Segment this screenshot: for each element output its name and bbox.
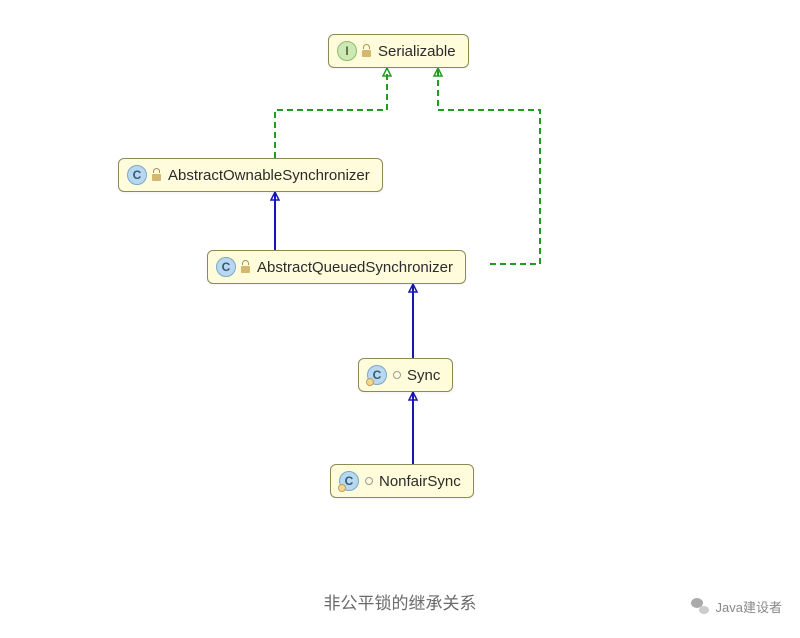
diagram-caption: 非公平锁的继承关系 (0, 589, 800, 614)
node-serializable: I Serializable (328, 34, 469, 68)
connector-layer (0, 0, 800, 638)
dot-icon (365, 477, 373, 485)
node-label: Sync (407, 367, 440, 384)
watermark-text: Java建设者 (716, 597, 782, 616)
node-label: Serializable (378, 43, 456, 60)
node-nonfair-sync: C NonfairSync (330, 464, 474, 498)
node-abstract-ownable-synchronizer: C AbstractOwnableSynchronizer (118, 158, 383, 192)
lock-icon (153, 170, 162, 181)
node-abstract-queued-synchronizer: C AbstractQueuedSynchronizer (207, 250, 466, 284)
inner-class-icon: C (367, 365, 387, 385)
wechat-icon (690, 596, 710, 616)
lock-icon (363, 46, 372, 57)
lock-icon (242, 262, 251, 273)
watermark: Java建设者 (690, 596, 782, 616)
inner-class-icon: C (339, 471, 359, 491)
node-label: AbstractOwnableSynchronizer (168, 167, 370, 184)
node-label: AbstractQueuedSynchronizer (257, 259, 453, 276)
node-label: NonfairSync (379, 473, 461, 490)
node-sync: C Sync (358, 358, 453, 392)
diagram-canvas: I Serializable C AbstractOwnableSynchron… (0, 0, 800, 638)
class-icon: C (127, 165, 147, 185)
interface-icon: I (337, 41, 357, 61)
class-icon: C (216, 257, 236, 277)
dot-icon (393, 371, 401, 379)
